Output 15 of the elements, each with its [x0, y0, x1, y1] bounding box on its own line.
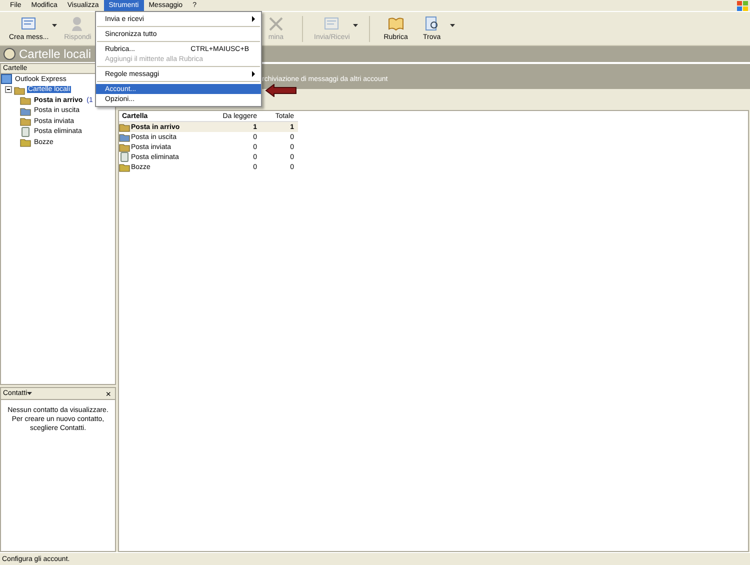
arrow-annotation: [265, 84, 297, 97]
submenu-arrow-icon: [252, 16, 255, 22]
trash-icon: [119, 152, 130, 162]
submenu-arrow-icon: [252, 71, 255, 77]
book-icon: [386, 16, 405, 32]
folder-title: Cartelle locali: [19, 47, 92, 61]
trash-icon: [20, 126, 31, 137]
windows-logo-icon: [737, 0, 748, 10]
close-x-icon: [267, 16, 285, 32]
dropdown-arrow-icon[interactable]: [27, 392, 32, 395]
new-message-icon: [20, 16, 38, 32]
dropdown-arrow-icon[interactable]: [450, 24, 455, 27]
dropdown-arrow-icon[interactable]: [52, 24, 57, 27]
close-button[interactable]: ×: [106, 388, 111, 398]
collapse-icon[interactable]: [5, 86, 12, 94]
